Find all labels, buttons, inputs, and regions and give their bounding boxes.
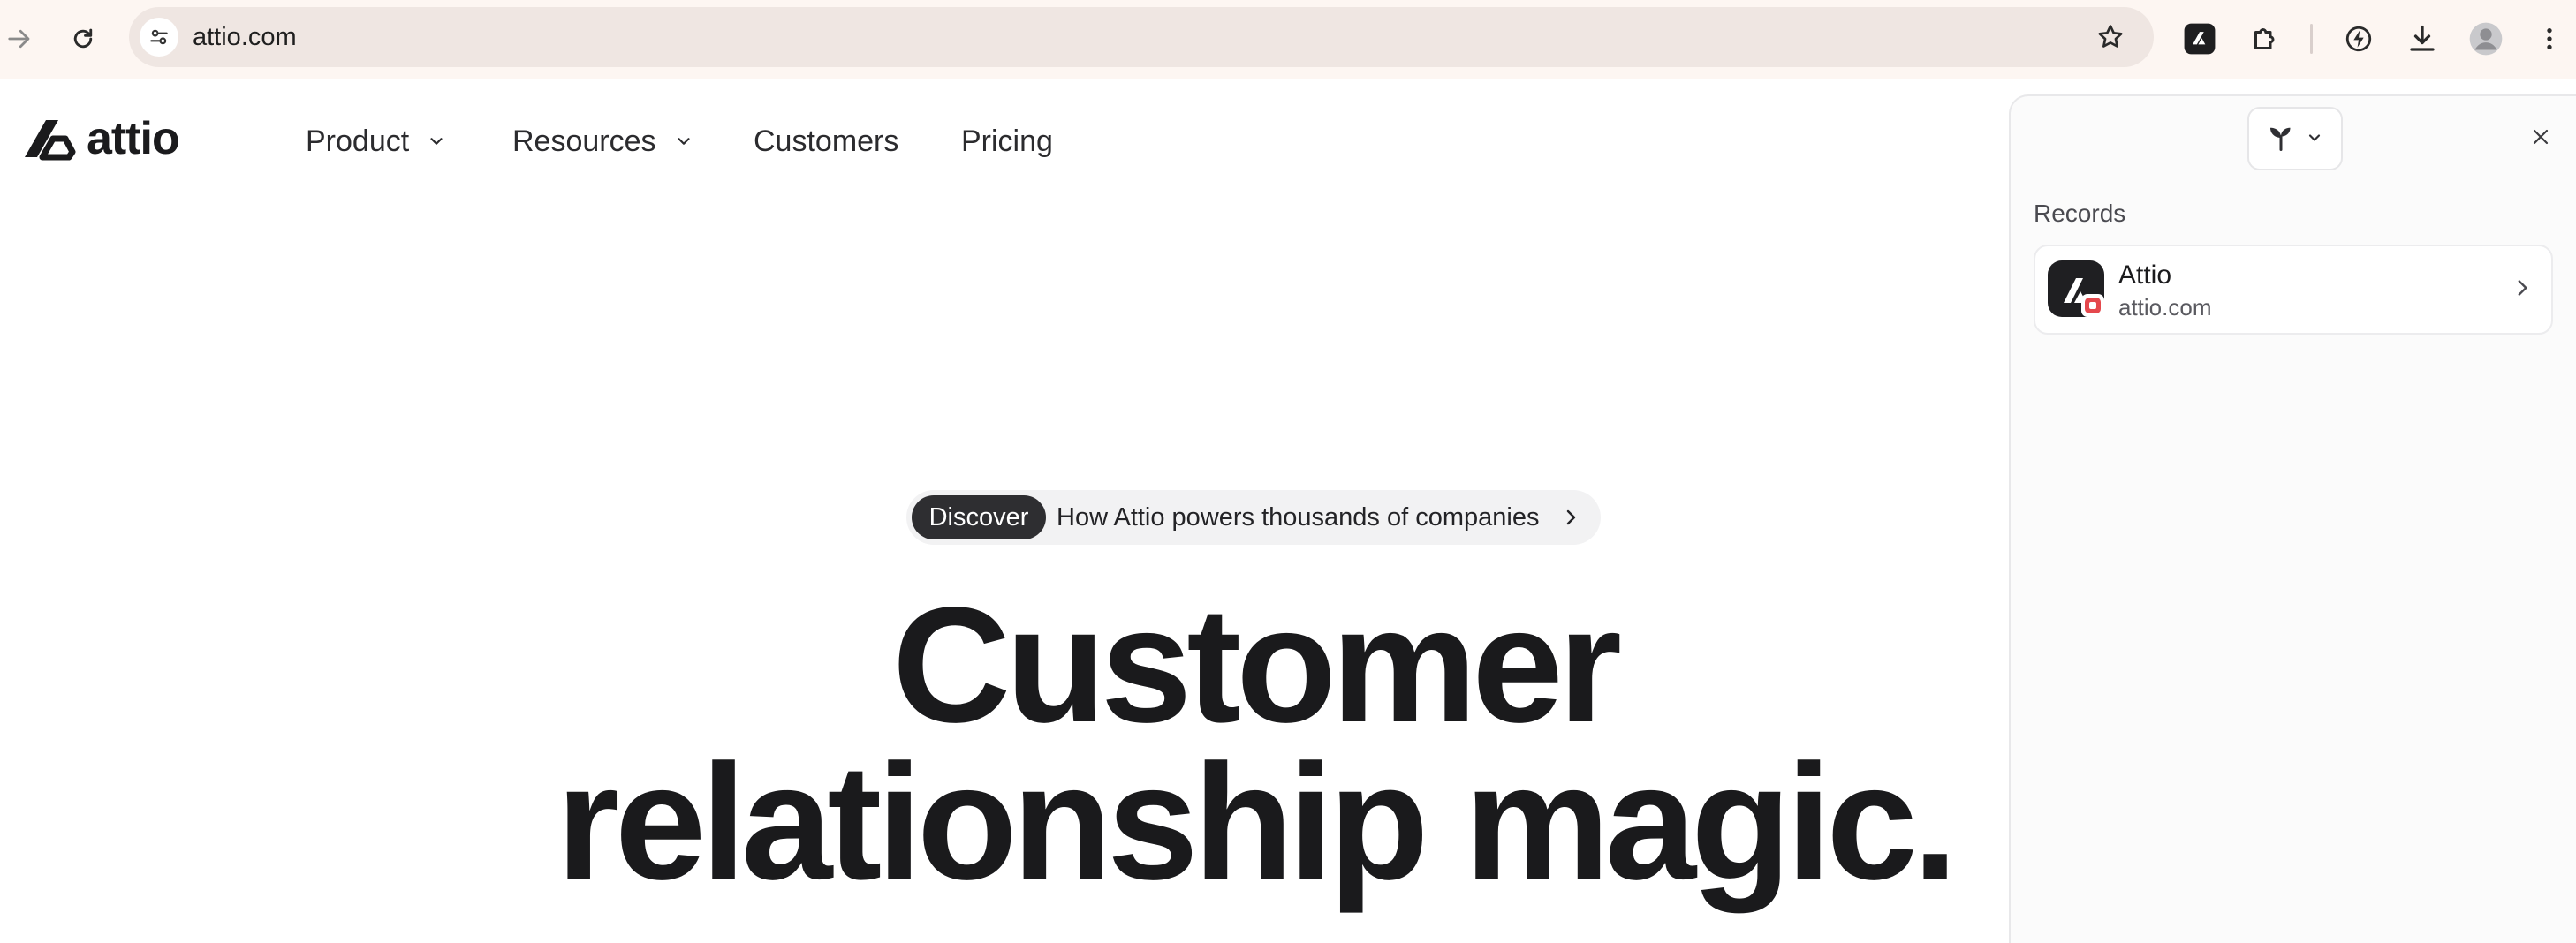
nav-resources-label: Resources bbox=[512, 124, 656, 158]
attio-extension-button[interactable] bbox=[2178, 18, 2221, 60]
chevron-right-icon bbox=[1566, 509, 1576, 525]
nav-customers-label: Customers bbox=[754, 124, 899, 158]
record-badge-icon bbox=[2085, 298, 2101, 313]
performance-icon bbox=[2345, 26, 2372, 52]
extension-side-panel: Records Attio attio.com bbox=[2009, 94, 2576, 943]
hero-headline: Customer relationship magic. bbox=[495, 574, 2014, 914]
bookmark-star-icon bbox=[2098, 25, 2123, 48]
hero-headline-line1: Customer bbox=[891, 574, 1622, 757]
forward-button[interactable] bbox=[0, 19, 39, 58]
workspace-switcher[interactable] bbox=[2247, 107, 2343, 170]
nav-resources[interactable]: Resources bbox=[512, 119, 693, 163]
reload-icon bbox=[73, 28, 93, 49]
extensions-button[interactable] bbox=[2244, 18, 2286, 60]
bookmark-button[interactable] bbox=[2092, 19, 2129, 56]
download-icon bbox=[2410, 25, 2435, 51]
announcement-text: How Attio powers thousands of companies bbox=[1057, 503, 1540, 532]
profile-button[interactable] bbox=[2465, 18, 2507, 60]
attio-logo[interactable]: attio bbox=[21, 113, 180, 164]
close-icon bbox=[2533, 129, 2549, 145]
announcement-pill[interactable]: Discover How Attio powers thousands of c… bbox=[906, 490, 1601, 545]
record-domain: attio.com bbox=[2118, 294, 2212, 321]
nav-pricing[interactable]: Pricing bbox=[961, 119, 1053, 163]
chevron-down-icon bbox=[430, 138, 443, 145]
toolbar-separator bbox=[2310, 24, 2313, 54]
attio-logo-icon bbox=[25, 120, 76, 161]
hero-headline-line2: relationship magic. bbox=[556, 731, 1958, 914]
profile-avatar bbox=[2469, 22, 2503, 56]
records-section-label: Records bbox=[2034, 200, 2126, 227]
attio-extension-icon bbox=[2184, 23, 2216, 55]
reload-button[interactable] bbox=[64, 19, 102, 58]
panel-close-button[interactable] bbox=[2525, 121, 2557, 153]
record-item[interactable]: Attio attio.com bbox=[2034, 245, 2553, 335]
forward-icon bbox=[8, 29, 30, 49]
more-vert-icon bbox=[2547, 28, 2552, 49]
performance-button[interactable] bbox=[2337, 18, 2380, 60]
chevron-down-icon bbox=[2308, 134, 2321, 141]
record-name: Attio bbox=[2118, 260, 2172, 290]
nav-customers[interactable]: Customers bbox=[754, 119, 898, 163]
chevron-down-icon bbox=[677, 138, 690, 145]
nav-pricing-label: Pricing bbox=[961, 124, 1053, 158]
site-settings-icon bbox=[150, 29, 168, 45]
logo-wordmark: attio bbox=[87, 113, 180, 164]
address-bar[interactable]: attio.com bbox=[129, 7, 2154, 67]
extensions-puzzle-icon bbox=[2254, 28, 2275, 49]
site-settings-button[interactable] bbox=[140, 18, 178, 57]
browser-menu-button[interactable] bbox=[2528, 18, 2571, 60]
nav-product[interactable]: Product bbox=[306, 119, 446, 163]
record-badge bbox=[2081, 294, 2104, 317]
url-text[interactable]: attio.com bbox=[193, 7, 297, 67]
sprout-icon bbox=[2270, 127, 2291, 151]
chevron-right-icon bbox=[2518, 280, 2527, 296]
nav-product-label: Product bbox=[306, 124, 410, 158]
announcement-tag: Discover bbox=[912, 495, 1046, 539]
downloads-button[interactable] bbox=[2401, 18, 2443, 60]
browser-toolbar: attio.com bbox=[0, 0, 2576, 79]
